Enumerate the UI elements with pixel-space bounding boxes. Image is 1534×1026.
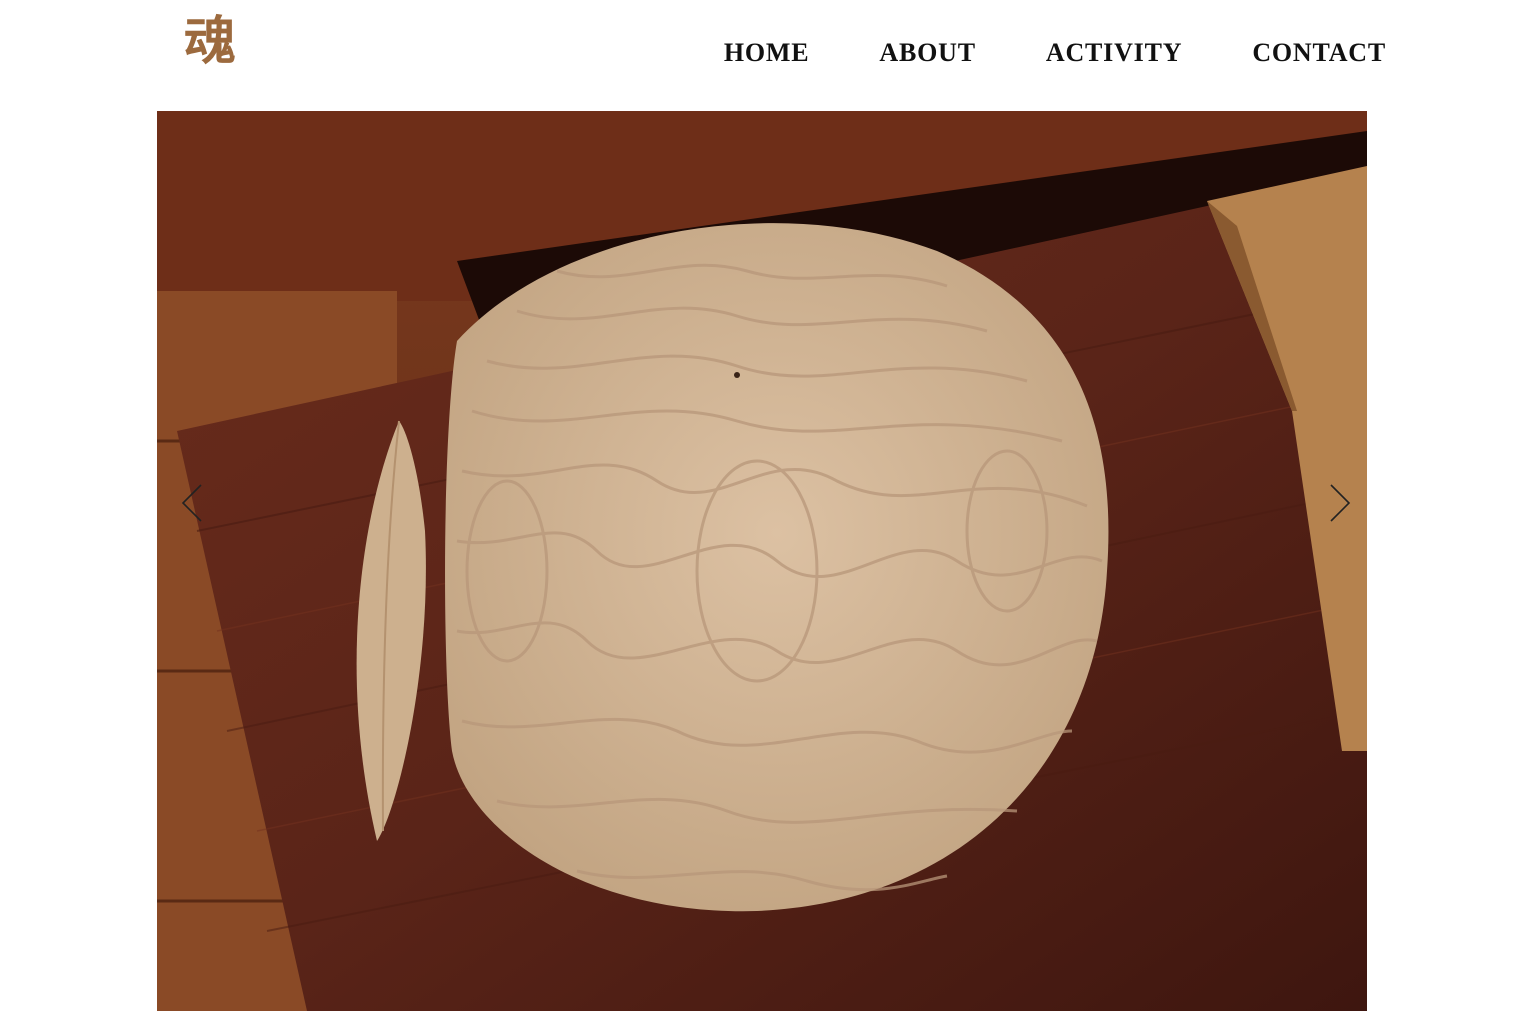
nav-contact[interactable]: CONTACT — [1252, 37, 1386, 69]
page: 魂 HOME ABOUT ACTIVITY CONTACT — [0, 0, 1534, 1026]
chevron-left-icon — [181, 484, 202, 522]
nav-activity[interactable]: ACTIVITY — [1046, 37, 1182, 69]
chevron-right-icon — [1330, 484, 1351, 522]
slider-next-button[interactable] — [1321, 483, 1355, 523]
main-nav: HOME ABOUT ACTIVITY CONTACT — [724, 37, 1386, 69]
nav-home[interactable]: HOME — [724, 37, 810, 69]
nav-about[interactable]: ABOUT — [879, 37, 975, 69]
slide-image-wooden-plate — [157, 111, 1367, 1011]
site-header: 魂 HOME ABOUT ACTIVITY CONTACT — [0, 0, 1534, 111]
logo-glyph: 魂 — [183, 11, 236, 72]
slider-prev-button[interactable] — [177, 483, 211, 523]
site-logo[interactable]: 魂 — [180, 12, 240, 72]
hero-slider — [157, 111, 1367, 1011]
